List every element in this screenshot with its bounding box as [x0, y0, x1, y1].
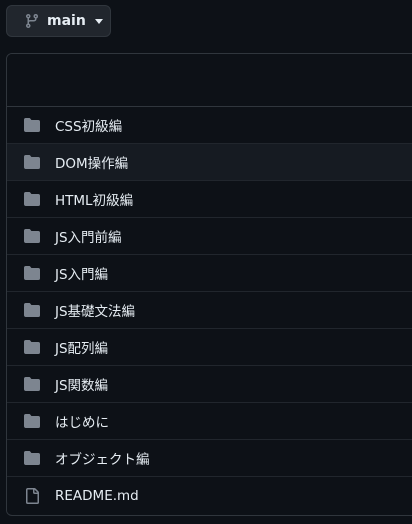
folder-row[interactable]: JS基礎文法編 [7, 292, 412, 329]
folder-row[interactable]: はじめに [7, 403, 412, 440]
folder-row[interactable]: JS関数編 [7, 366, 412, 403]
folder-row[interactable]: DOM操作編 [7, 144, 412, 181]
folder-row[interactable]: CSS初級編 [7, 107, 412, 144]
folder-row[interactable]: JS入門前編 [7, 218, 412, 255]
folder-row[interactable]: JS入門編 [7, 255, 412, 292]
folder-icon [24, 191, 40, 207]
branch-name: main [47, 13, 86, 29]
folder-name-link[interactable]: JS配列編 [55, 337, 108, 357]
folder-icon [24, 117, 40, 133]
folder-icon [24, 450, 40, 466]
folder-row[interactable]: JS配列編 [7, 329, 412, 366]
branch-selector-button[interactable]: main [6, 5, 111, 37]
folder-icon [24, 302, 40, 318]
git-branch-icon [24, 13, 40, 29]
folder-icon [24, 265, 40, 281]
folder-name-link[interactable]: JS入門編 [55, 263, 108, 283]
folder-row[interactable]: HTML初級編 [7, 181, 412, 218]
folder-name-link[interactable]: JS入門前編 [55, 226, 122, 246]
folder-row[interactable]: オブジェクト編 [7, 440, 412, 477]
folder-name-link[interactable]: はじめに [55, 411, 109, 431]
folder-icon [24, 154, 40, 170]
folder-icon [24, 339, 40, 355]
file-list-header [7, 54, 412, 107]
folder-icon [24, 228, 40, 244]
folder-icon [24, 376, 40, 392]
folder-name-link[interactable]: オブジェクト編 [55, 448, 150, 468]
file-list: CSS初級編 DOM操作編 HTML初級編 JS入門前編 JS入門編 JS基礎文法編 JS配… [7, 107, 412, 514]
folder-name-link[interactable]: DOM操作編 [55, 152, 128, 172]
folder-icon [24, 413, 40, 429]
folder-name-link[interactable]: HTML初級編 [55, 189, 133, 209]
file-icon [24, 487, 40, 504]
folder-name-link[interactable]: JS基礎文法編 [55, 300, 135, 320]
file-list-box: CSS初級編 DOM操作編 HTML初級編 JS入門前編 JS入門編 JS基礎文法編 JS配… [6, 53, 412, 516]
file-name-link[interactable]: README.md [55, 488, 139, 504]
folder-name-link[interactable]: CSS初級編 [55, 115, 122, 135]
folder-name-link[interactable]: JS関数編 [55, 374, 108, 394]
caret-down-icon [94, 17, 103, 25]
file-row[interactable]: README.md [7, 477, 412, 514]
